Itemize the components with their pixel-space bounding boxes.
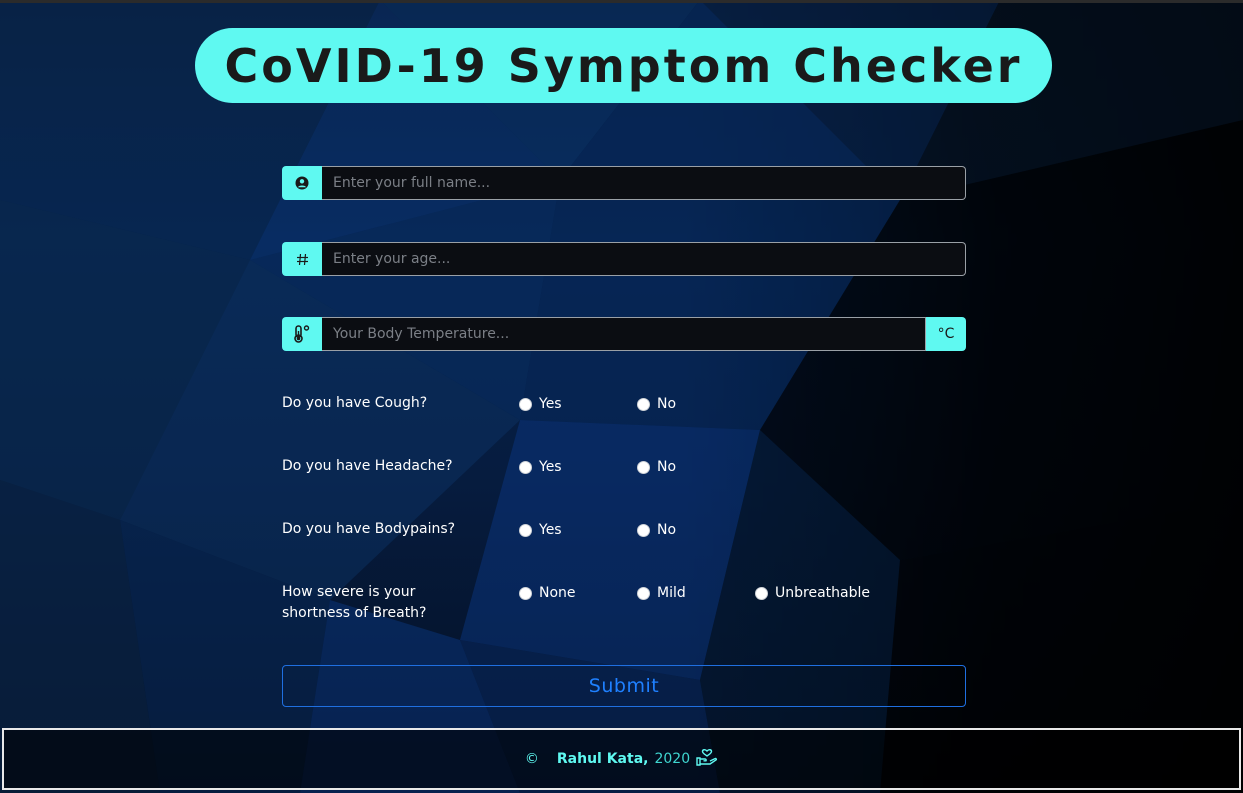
headache-yes-option[interactable]: Yes	[519, 457, 562, 478]
hand-heart-icon	[696, 748, 718, 770]
name-field-group	[282, 166, 966, 200]
radio-button[interactable]	[637, 398, 650, 411]
option-label: None	[539, 585, 576, 601]
option-label: No	[657, 396, 677, 412]
option-label: Unbreathable	[775, 585, 870, 601]
question-breath: How severe is your shortness of Breath? …	[282, 582, 966, 626]
radio-button[interactable]	[519, 461, 532, 474]
submit-button[interactable]: Submit	[282, 665, 966, 707]
breath-mild-option[interactable]: Mild	[637, 583, 686, 604]
radio-button[interactable]	[755, 587, 768, 600]
footer-year: 2020	[654, 751, 691, 767]
breath-unbreathable-option[interactable]: Unbreathable	[755, 583, 870, 604]
radio-button[interactable]	[519, 398, 532, 411]
question-label: Do you have Cough?	[282, 395, 428, 411]
footer: © Rahul Kata, 2020	[2, 728, 1241, 790]
name-input[interactable]	[322, 166, 966, 200]
bodypains-no-option[interactable]: No	[637, 520, 676, 541]
question-bodypains: Do you have Bodypains? Yes No	[282, 519, 966, 541]
age-field-group	[282, 242, 966, 276]
radio-button[interactable]	[637, 461, 650, 474]
headache-no-option[interactable]: No	[637, 457, 676, 478]
temperature-field-group: °C	[282, 317, 966, 351]
radio-button[interactable]	[637, 587, 650, 600]
page-container: CoVID-19 Symptom Checker Enter your full…	[0, 0, 1243, 793]
radio-button[interactable]	[637, 524, 650, 537]
option-label: Yes	[539, 522, 562, 538]
radio-button[interactable]	[519, 524, 532, 537]
question-headache: Do you have Headache? Yes No	[282, 456, 966, 478]
option-label: Mild	[657, 585, 686, 601]
question-label: How severe is your shortness of Breath?	[282, 584, 427, 621]
option-label: No	[657, 522, 677, 538]
age-input[interactable]	[322, 242, 966, 276]
thermometer-icon	[282, 317, 322, 351]
temperature-input[interactable]	[322, 317, 926, 351]
cough-yes-option[interactable]: Yes	[519, 394, 562, 415]
question-label: Do you have Bodypains?	[282, 521, 456, 537]
copyright-symbol: ©	[524, 751, 539, 767]
hash-icon	[282, 242, 322, 276]
title-banner: CoVID-19 Symptom Checker	[195, 28, 1052, 103]
question-label: Do you have Headache?	[282, 458, 453, 474]
option-label: Yes	[539, 396, 562, 412]
user-circle-icon	[282, 166, 322, 200]
bodypains-yes-option[interactable]: Yes	[519, 520, 562, 541]
option-label: Yes	[539, 459, 562, 475]
temperature-unit: °C	[926, 317, 966, 351]
author-name: Rahul Kata,	[556, 751, 649, 767]
question-cough: Do you have Cough? Yes No	[282, 393, 966, 415]
option-label: No	[657, 459, 677, 475]
radio-button[interactable]	[519, 587, 532, 600]
cough-no-option[interactable]: No	[637, 394, 676, 415]
page-title: CoVID-19 Symptom Checker	[224, 38, 1023, 93]
breath-none-option[interactable]: None	[519, 583, 576, 604]
